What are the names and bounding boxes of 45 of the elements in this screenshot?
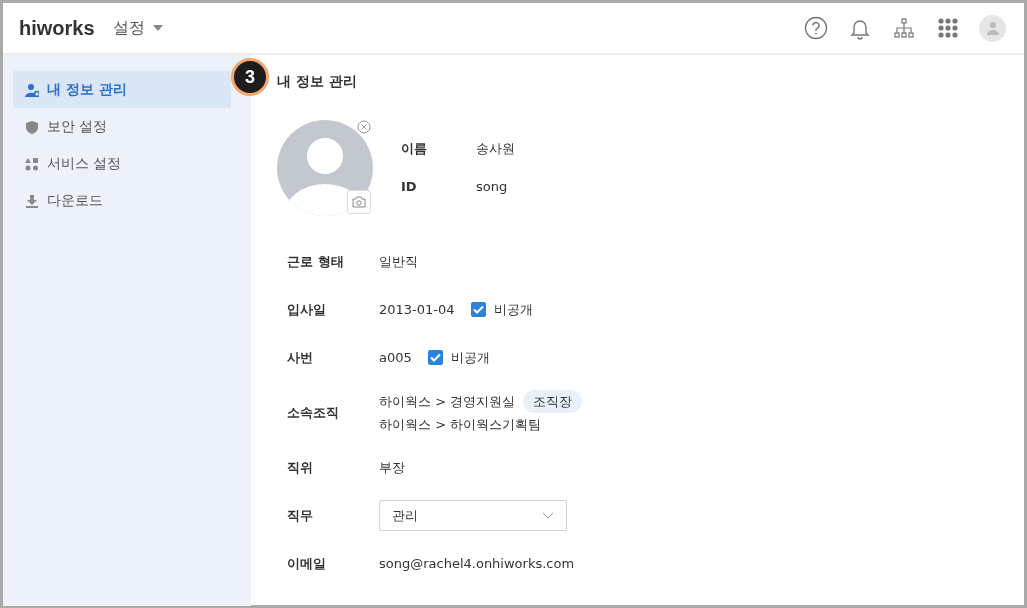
field-label: 직위 <box>286 459 314 478</box>
logo-text[interactable]: hiworks <box>19 13 95 43</box>
sidebar-item[interactable]: 서비스 설정 <box>13 145 231 182</box>
field-label: ID <box>401 177 418 196</box>
checkbox-label[interactable]: 비공개 <box>450 348 490 368</box>
camera-icon <box>352 195 366 208</box>
org-chart-icon[interactable] <box>891 15 917 41</box>
field-value: 부장 <box>379 459 405 478</box>
field-label: 소속조직 <box>286 404 340 423</box>
field-value: song@rachel4.onhiworks.com <box>379 555 575 574</box>
chevron-down-icon <box>542 512 554 520</box>
field-label: 근로 형태 <box>286 253 345 272</box>
camera-button[interactable] <box>347 189 371 214</box>
menu-dropdown[interactable]: 설정 <box>112 16 163 40</box>
field-label: 직무 <box>286 507 314 526</box>
user-gear-icon <box>25 82 39 97</box>
checkbox-label[interactable]: 비공개 <box>493 300 533 320</box>
person-icon <box>985 21 1000 35</box>
checkbox[interactable] <box>470 302 486 318</box>
field-value: a005 <box>379 349 412 368</box>
remove-icon[interactable] <box>357 119 371 134</box>
field-label: 이메일 <box>286 555 327 574</box>
shield-icon <box>25 119 39 134</box>
field-value: 2013-01-04 <box>379 301 455 320</box>
sidebar-item[interactable]: 다운로드 <box>13 182 231 219</box>
shapes-icon <box>25 156 39 171</box>
field-value: 송사원 <box>476 140 515 159</box>
field-label: 이름 <box>401 140 428 159</box>
sidebar-item[interactable]: 내 정보 관리 <box>13 71 231 108</box>
field-label: 사번 <box>286 349 314 368</box>
checkbox[interactable] <box>427 350 443 366</box>
field-value: song <box>476 177 508 196</box>
sidebar-item[interactable]: 보안 설정 <box>13 108 231 145</box>
field-value: 일반직 <box>379 253 418 272</box>
org-path: 하이웍스 > 하이웍스기획팀 <box>379 415 542 434</box>
help-icon[interactable] <box>803 15 829 41</box>
apps-grid-icon[interactable] <box>935 15 961 41</box>
role-tag: 조직장 <box>523 389 583 414</box>
step-number-badge: 3 <box>231 58 269 96</box>
job-select[interactable]: 관리 <box>379 500 567 532</box>
download-icon <box>25 193 39 208</box>
org-path: 하이웍스 > 경영지원실 <box>379 392 516 411</box>
page-title: 내 정보 관리 <box>277 73 358 90</box>
caret-icon <box>152 25 163 31</box>
field-label: 입사일 <box>286 301 327 320</box>
